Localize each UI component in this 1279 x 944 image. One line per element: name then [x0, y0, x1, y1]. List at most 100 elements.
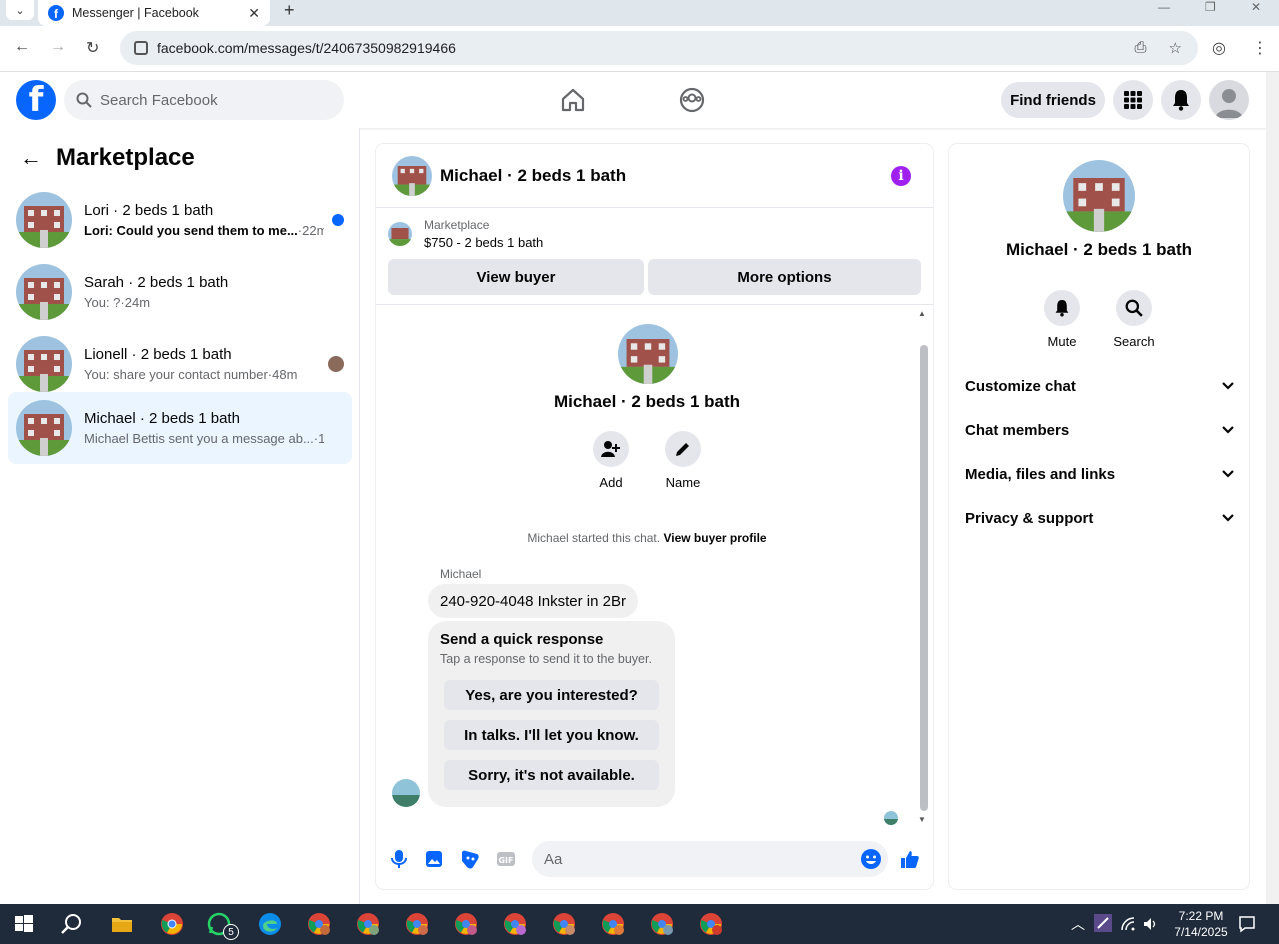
microphone-icon[interactable]: [388, 848, 410, 870]
chrome-profile-icon[interactable]: [405, 912, 429, 936]
new-tab-button[interactable]: +: [284, 0, 295, 21]
chrome-profile-icon[interactable]: [356, 912, 380, 936]
close-window-icon[interactable]: ✕: [1251, 0, 1261, 14]
chat-title[interactable]: Michael · 2 beds 1 bath: [440, 166, 626, 186]
conversation-item[interactable]: Lionell · 2 beds 1 bath You: share your …: [8, 328, 352, 400]
photo-icon[interactable]: [423, 848, 445, 870]
scrollbar-thumb[interactable]: [920, 345, 928, 811]
contact-avatar[interactable]: [618, 324, 678, 384]
chrome-icon[interactable]: [160, 912, 184, 936]
chat-scrollbar[interactable]: ▲ ▼: [918, 309, 928, 825]
mute-label: Mute: [1047, 334, 1077, 349]
home-icon[interactable]: [559, 86, 587, 114]
marketplace-listing-row[interactable]: Marketplace $750 - 2 beds 1 bath: [388, 218, 543, 250]
scroll-up-icon[interactable]: ▲: [918, 309, 926, 318]
minimize-icon[interactable]: —: [1158, 0, 1170, 14]
conversation-item[interactable]: Sarah · 2 beds 1 bath You: ?·24m: [8, 256, 352, 328]
default-avatar-icon: [1215, 89, 1243, 118]
sticker-icon[interactable]: [459, 848, 481, 870]
privacy-support-section[interactable]: Privacy & support: [965, 500, 1235, 536]
page-scrollbar[interactable]: [1266, 72, 1279, 904]
info-icon[interactable]: i: [891, 166, 911, 186]
thumbs-up-icon[interactable]: [899, 848, 921, 870]
chrome-profile-icon[interactable]: [552, 912, 576, 936]
back-icon[interactable]: ←: [14, 38, 30, 56]
emoji-icon[interactable]: [860, 848, 882, 870]
quick-response-button[interactable]: In talks. I'll let you know.: [444, 720, 659, 750]
url-text: facebook.com/messages/t/2406735098291946…: [157, 40, 456, 56]
reload-icon[interactable]: ↻: [86, 38, 99, 58]
back-arrow-icon[interactable]: ←: [20, 145, 42, 171]
quick-response-button[interactable]: Yes, are you interested?: [444, 680, 659, 710]
windows-start-icon[interactable]: [12, 912, 36, 936]
add-button[interactable]: Add: [581, 431, 641, 490]
chrome-profile-icon[interactable]: [454, 912, 478, 936]
chrome-profile-icon[interactable]: [601, 912, 625, 936]
listing-thumbnail: [16, 400, 72, 456]
conversation-item[interactable]: Lori · 2 beds 1 bath Lori: Could you sen…: [8, 184, 352, 256]
volume-icon[interactable]: [1142, 916, 1158, 932]
groups-icon[interactable]: [678, 86, 706, 114]
chevron-up-icon[interactable]: ︿: [1071, 914, 1085, 934]
scroll-down-icon[interactable]: ▼: [918, 815, 926, 824]
forward-icon[interactable]: →: [50, 38, 66, 56]
add-label: Add: [599, 475, 623, 490]
quick-response-subtitle: Tap a response to send it to the buyer.: [440, 652, 652, 666]
bookmark-star-icon[interactable]: ☆: [1169, 39, 1182, 57]
find-friends-button[interactable]: Find friends: [1001, 82, 1105, 118]
sender-name: Michael: [440, 567, 482, 581]
quick-response-button[interactable]: Sorry, it's not available.: [444, 760, 659, 790]
profile-icon[interactable]: ◎: [1212, 38, 1226, 58]
svg-text:GIF: GIF: [498, 856, 513, 865]
site-info-icon[interactable]: [134, 41, 148, 55]
message-bubble[interactable]: 240-920-4048 Inkster in 2Br: [428, 584, 638, 618]
chat-avatar[interactable]: [392, 155, 432, 196]
browser-tab[interactable]: f Messenger | Facebook ✕: [38, 0, 270, 26]
section-label: Media, files and links: [965, 465, 1116, 483]
system-clock[interactable]: 7:22 PM 7/14/2025: [1166, 908, 1236, 940]
edge-icon[interactable]: [258, 912, 282, 936]
gif-icon[interactable]: GIF: [495, 848, 517, 870]
facebook-header: f Search Facebook Find friends: [0, 72, 1266, 128]
facebook-logo-icon[interactable]: f: [16, 80, 56, 120]
quick-response-card: Send a quick response Tap a response to …: [428, 621, 675, 807]
whatsapp-taskbar-item[interactable]: 5: [207, 912, 239, 940]
notification-center-icon[interactable]: [1238, 915, 1256, 933]
chrome-profile-icon[interactable]: [307, 912, 331, 936]
details-avatar[interactable]: [1063, 160, 1135, 232]
menu-kebab-icon[interactable]: ⋮: [1252, 38, 1268, 58]
network-icon[interactable]: [1120, 916, 1136, 932]
file-explorer-icon[interactable]: [110, 912, 134, 936]
restore-icon[interactable]: ❐: [1205, 0, 1216, 14]
name-button[interactable]: Name: [653, 431, 713, 490]
mute-button[interactable]: Mute: [1032, 290, 1092, 349]
customize-chat-section[interactable]: Customize chat: [965, 368, 1235, 404]
message-input[interactable]: Aa: [532, 841, 888, 877]
tab-search-dropdown[interactable]: ⌄: [6, 0, 34, 20]
search-in-chat-button[interactable]: Search: [1104, 290, 1164, 349]
search-icon[interactable]: [60, 912, 84, 936]
view-buyer-button[interactable]: View buyer: [388, 259, 644, 295]
account-avatar[interactable]: [1209, 80, 1249, 120]
chrome-profile-icon[interactable]: [503, 912, 527, 936]
chat-members-section[interactable]: Chat members: [965, 412, 1235, 448]
conversation-preview: You: share your contact number: [84, 367, 268, 382]
panel-title: Marketplace: [56, 144, 195, 171]
view-buyer-profile-link[interactable]: View buyer profile: [663, 531, 766, 545]
chrome-profile-icon[interactable]: [699, 912, 723, 936]
more-options-button[interactable]: More options: [648, 259, 921, 295]
tab-close-icon[interactable]: ✕: [248, 5, 260, 22]
pen-tray-icon[interactable]: [1094, 914, 1112, 932]
notifications-button[interactable]: [1161, 80, 1201, 120]
url-bar[interactable]: facebook.com/messages/t/2406735098291946…: [120, 31, 1198, 65]
seen-avatar: [328, 356, 344, 372]
conversation-time: ·1h: [313, 431, 324, 446]
media-files-links-section[interactable]: Media, files and links: [965, 456, 1235, 492]
facebook-search-input[interactable]: Search Facebook: [64, 80, 344, 120]
conversation-name: Lori · 2 beds 1 bath: [84, 202, 214, 219]
unread-dot: [332, 214, 344, 226]
install-app-icon[interactable]: ⎙: [1135, 39, 1147, 57]
conversation-item-active[interactable]: Michael · 2 beds 1 bath Michael Bettis s…: [8, 392, 352, 464]
menu-grid-button[interactable]: [1113, 80, 1153, 120]
chrome-profile-icon[interactable]: [650, 912, 674, 936]
